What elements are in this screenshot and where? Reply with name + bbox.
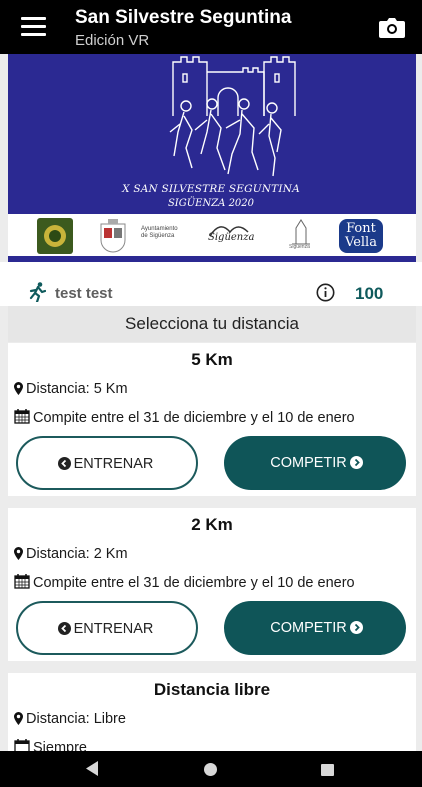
- distance-card-title: 5 Km: [191, 350, 233, 369]
- date-range-info: Compite entre el 31 de diciembre y el 10…: [14, 574, 355, 591]
- app-title: San Silvestre Seguntina: [75, 7, 292, 28]
- distance-text: Distancia: Libre: [26, 711, 126, 727]
- compete-button-label: COMPETIR: [270, 455, 347, 471]
- app-bar: San Silvestre Seguntina Edición VR: [0, 0, 422, 54]
- banner-event-year: SIGÜENZA 2020: [167, 198, 255, 209]
- train-button[interactable]: ENTRENAR: [16, 601, 198, 655]
- banner-event-title: X SAN SILVESTRE SEGUNTINA: [122, 183, 300, 195]
- home-circle-icon[interactable]: [204, 763, 217, 776]
- distance-card-2km: 2 Km Distancia: 2 Km Compite entre el 31…: [8, 508, 416, 661]
- distance-card-5km: 5 Km Distancia: 5 Km Compite entre el 31…: [8, 343, 416, 496]
- club-logo-icon: [37, 218, 73, 254]
- compete-button-label: COMPETIR: [270, 620, 347, 636]
- fontvella-logo-line1: Font: [346, 221, 376, 236]
- date-range-text: Siempre: [33, 740, 87, 751]
- arrow-left-circle-icon: [57, 622, 71, 635]
- card-actions: ENTRENAR COMPETIR: [8, 436, 416, 490]
- train-button-label: ENTRENAR: [73, 621, 154, 637]
- arrow-right-circle-icon: [349, 621, 363, 634]
- distance-card-free: Distancia libre Distancia: Libre Siempre: [8, 673, 416, 751]
- user-score: 100: [355, 284, 384, 303]
- fontvella-logo-line2: Vella: [345, 235, 377, 250]
- map-marker-icon: [14, 547, 23, 560]
- distance-text: Distancia: 2 Km: [26, 546, 128, 562]
- hamburger-menu-icon[interactable]: [21, 17, 46, 37]
- fontvella-logo: Font Vella: [339, 219, 383, 253]
- distance-info: Distancia: 5 Km: [14, 381, 128, 397]
- info-icon[interactable]: [316, 283, 335, 302]
- siguenza-logo-text: Sigüenza: [208, 232, 255, 243]
- back-triangle-icon[interactable]: [86, 761, 99, 776]
- distance-card-title: 2 Km: [191, 515, 233, 534]
- map-marker-icon: [14, 382, 23, 395]
- distance-info: Distancia: Libre: [14, 711, 126, 727]
- siguenza-tower-logo-icon: [292, 219, 310, 245]
- user-name: test test: [55, 285, 113, 302]
- system-navigation-bar: [0, 751, 422, 787]
- compete-button[interactable]: COMPETIR: [224, 601, 406, 655]
- arrow-right-circle-icon: [349, 456, 363, 469]
- card-actions: ENTRENAR COMPETIR: [8, 601, 416, 655]
- siguenza-small-logo-text: Sigüenza: [289, 244, 310, 250]
- arrow-left-circle-icon: [57, 457, 71, 470]
- distance-info: Distancia: 2 Km: [14, 546, 128, 562]
- map-marker-icon: [14, 712, 23, 725]
- date-range-text: Compite entre el 31 de diciembre y el 10…: [33, 410, 355, 426]
- train-button[interactable]: ENTRENAR: [16, 436, 198, 490]
- ayuntamiento-logo-text: Ayuntamiento de Sigüenza: [141, 226, 178, 239]
- distance-text: Distancia: 5 Km: [26, 381, 128, 397]
- calendar-icon: [14, 739, 30, 751]
- recent-apps-square-icon[interactable]: [321, 764, 334, 776]
- sponsors-strip: Ayuntamiento de Sigüenza Sigüenza Sigüen…: [8, 214, 416, 262]
- app-subtitle: Edición VR: [75, 32, 150, 49]
- calendar-icon: [14, 409, 30, 424]
- date-range-info: Siempre: [14, 739, 87, 751]
- camera-icon[interactable]: [378, 15, 406, 41]
- compete-button[interactable]: COMPETIR: [224, 436, 406, 490]
- coat-of-arms-icon: [100, 219, 126, 253]
- runner-icon: [29, 282, 46, 302]
- distance-card-title: Distancia libre: [153, 680, 271, 699]
- date-range-info: Compite entre el 31 de diciembre y el 10…: [14, 409, 355, 426]
- calendar-icon: [14, 574, 30, 589]
- train-button-label: ENTRENAR: [73, 456, 154, 472]
- user-summary-row: test test 100: [0, 262, 422, 306]
- section-header: Selecciona tu distancia: [8, 306, 416, 342]
- date-range-text: Compite entre el 31 de diciembre y el 10…: [33, 575, 355, 591]
